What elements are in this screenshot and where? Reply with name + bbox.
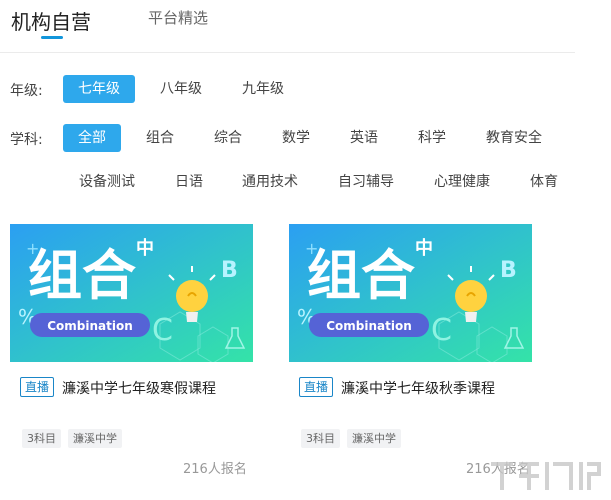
b-glyph: B xyxy=(221,258,238,283)
banner-big-text: 组合 xyxy=(28,244,136,307)
course-title[interactable]: 濂溪中学七年级秋季课程 xyxy=(341,378,495,398)
subject-option-mental-health[interactable]: 心理健康 xyxy=(426,168,498,196)
live-badge: 直播 xyxy=(299,377,334,397)
tab-institution-self-run[interactable]: 机构自营 xyxy=(11,6,91,35)
b-glyph: B xyxy=(500,258,517,283)
banner-pill-text: Combination xyxy=(326,319,412,333)
tag-subject-count: 3科目 xyxy=(301,429,340,448)
c-glyph: C xyxy=(431,313,452,348)
grade-label: 年级: xyxy=(10,83,43,99)
subject-option-science[interactable]: 科学 xyxy=(407,124,457,152)
subject-option-general-tech[interactable]: 通用技术 xyxy=(234,168,306,196)
subject-option-english[interactable]: 英语 xyxy=(339,124,389,152)
tab-platform-picks[interactable]: 平台精选 xyxy=(148,7,208,28)
course-banner[interactable]: + 组合 中 B C % Combination xyxy=(10,224,253,362)
subject-option-all[interactable]: 全部 xyxy=(63,124,121,152)
active-tab-indicator xyxy=(41,36,63,39)
subject-option-pe[interactable]: 体育 xyxy=(522,168,566,196)
course-banner[interactable]: + 组合 中 B C % Combination xyxy=(289,224,532,362)
tag-subject-count: 3科目 xyxy=(22,429,61,448)
tag-school: 濂溪中学 xyxy=(347,429,401,448)
grade-option-9[interactable]: 九年级 xyxy=(229,75,297,103)
zhong-glyph: 中 xyxy=(136,237,154,259)
subject-option-self-study[interactable]: 自习辅导 xyxy=(330,168,402,196)
site-watermark-logo xyxy=(491,462,601,490)
zhong-glyph: 中 xyxy=(415,237,433,259)
c-glyph: C xyxy=(152,313,173,348)
banner-big-text: 组合 xyxy=(307,244,415,307)
subject-option-math[interactable]: 数学 xyxy=(271,124,321,152)
subject-label: 学科: xyxy=(10,132,43,148)
top-tabs: 机构自营 平台精选 xyxy=(0,0,575,53)
grade-option-8[interactable]: 八年级 xyxy=(147,75,215,103)
subject-option-device-test[interactable]: 设备测试 xyxy=(72,168,142,196)
enroll-count: 216人报名 xyxy=(183,462,247,477)
subject-option-education-safety[interactable]: 教育安全 xyxy=(478,124,550,152)
subject-option-japanese[interactable]: 日语 xyxy=(164,168,214,196)
subject-option-combination[interactable]: 组合 xyxy=(135,124,185,152)
banner-pill-text: Combination xyxy=(47,319,133,333)
subject-option-comprehensive[interactable]: 综合 xyxy=(203,124,253,152)
live-badge: 直播 xyxy=(20,377,55,397)
grade-option-7[interactable]: 七年级 xyxy=(63,75,135,103)
course-title[interactable]: 濂溪中学七年级寒假课程 xyxy=(62,378,216,398)
tag-school: 濂溪中学 xyxy=(68,429,122,448)
